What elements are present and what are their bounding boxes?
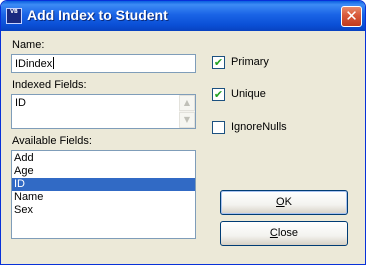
vbapp-icon: VB — [6, 8, 22, 24]
indexed-fields-scrollbar[interactable]: ▲ ▼ — [179, 95, 195, 128]
checkmark-icon: ✔ — [213, 56, 224, 69]
scroll-up-icon[interactable]: ▲ — [179, 95, 195, 111]
close-icon: ✕ — [345, 7, 358, 25]
ignore-nulls-checkbox[interactable] — [212, 121, 225, 134]
close-button[interactable]: Close — [220, 221, 348, 246]
ok-label-rest: K — [284, 196, 292, 208]
indexed-fields-value: ID — [15, 97, 26, 109]
name-input[interactable]: IDindex — [11, 54, 196, 73]
name-label: Name: — [12, 39, 45, 51]
close-window-button[interactable]: ✕ — [341, 6, 362, 27]
list-item[interactable]: Sex — [12, 204, 195, 217]
text-caret — [53, 57, 55, 69]
ok-mnemonic: O — [276, 196, 285, 208]
app-icon-label: VB — [10, 9, 18, 15]
ok-button[interactable]: OK — [220, 190, 348, 215]
checkmark-icon: ✔ — [213, 88, 224, 101]
name-input-value: IDindex — [15, 57, 55, 70]
window-title: Add Index to Student — [27, 7, 168, 23]
indexed-fields-box[interactable]: ID ▲ ▼ — [11, 94, 196, 129]
title-bar[interactable]: VB Add Index to Student ✕ — [1, 1, 365, 31]
available-fields-label: Available Fields: — [12, 135, 92, 147]
primary-label[interactable]: Primary — [231, 56, 269, 69]
indexed-fields-label: Indexed Fields: — [12, 79, 87, 91]
list-item[interactable]: Name — [12, 191, 195, 204]
scroll-down-icon[interactable]: ▼ — [179, 112, 195, 128]
primary-checkbox[interactable]: ✔ — [212, 56, 225, 69]
close-mnemonic: C — [269, 227, 278, 239]
unique-checkbox[interactable]: ✔ — [212, 88, 225, 101]
list-item[interactable]: Add — [12, 152, 195, 165]
list-item[interactable]: Age — [12, 165, 195, 178]
list-item[interactable]: ID — [12, 178, 195, 191]
ignore-nulls-label[interactable]: IgnoreNulls — [231, 121, 287, 134]
available-fields-list[interactable]: Add Age ID Name Sex — [11, 150, 196, 239]
close-label-rest: lose — [277, 227, 299, 239]
dialog-window: VB Add Index to Student ✕ Name: IDindex … — [0, 0, 366, 265]
unique-label[interactable]: Unique — [231, 88, 266, 101]
